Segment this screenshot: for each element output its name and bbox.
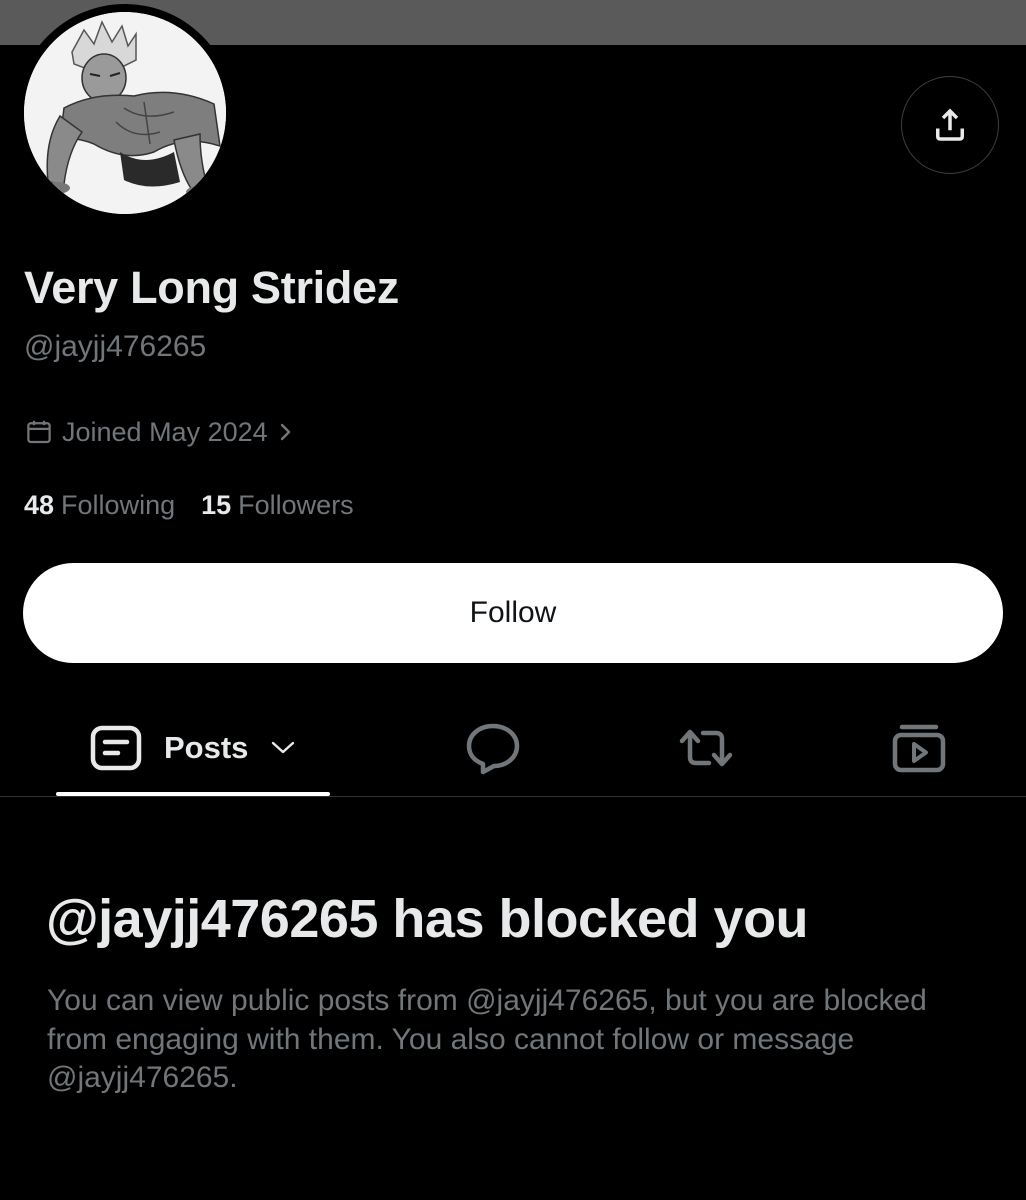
replies-icon xyxy=(465,721,521,775)
tab-replies[interactable] xyxy=(440,700,546,796)
avatar[interactable] xyxy=(24,12,226,214)
follow-stats: 48 Following 15 Followers xyxy=(24,490,380,521)
share-icon xyxy=(936,108,964,141)
tab-media[interactable] xyxy=(866,700,972,796)
blocked-title: @jayjj476265 has blocked you xyxy=(46,889,809,949)
reposts-icon xyxy=(675,725,737,771)
media-icon xyxy=(891,722,947,774)
tab-reposts[interactable] xyxy=(652,700,760,796)
follow-button[interactable]: Follow xyxy=(23,563,1003,663)
blocked-message: You can view public posts from @jayjj476… xyxy=(47,984,927,1094)
following-stat[interactable]: 48 Following xyxy=(24,490,175,521)
share-button[interactable] xyxy=(901,76,999,174)
following-count: 48 xyxy=(24,490,55,520)
joined-date-row[interactable]: Joined May 2024 xyxy=(24,414,294,450)
followers-label: Followers xyxy=(238,490,354,520)
avatar-illustration xyxy=(24,12,226,214)
profile-handle: @jayjj476265 xyxy=(24,330,207,363)
followers-stat[interactable]: 15 Followers xyxy=(201,490,354,521)
followers-count: 15 xyxy=(201,490,232,520)
tab-divider xyxy=(0,796,1026,797)
display-name: Very Long Stridez xyxy=(24,262,399,313)
profile-tabs: Posts xyxy=(0,700,1026,796)
calendar-icon xyxy=(24,417,54,447)
tab-posts-label: Posts xyxy=(164,730,249,765)
chevron-right-icon xyxy=(278,420,294,444)
joined-date-text: Joined May 2024 xyxy=(62,416,268,447)
posts-icon xyxy=(90,725,142,771)
following-label: Following xyxy=(61,490,176,520)
chevron-down-icon[interactable] xyxy=(270,739,296,757)
tab-posts[interactable]: Posts xyxy=(56,700,330,796)
